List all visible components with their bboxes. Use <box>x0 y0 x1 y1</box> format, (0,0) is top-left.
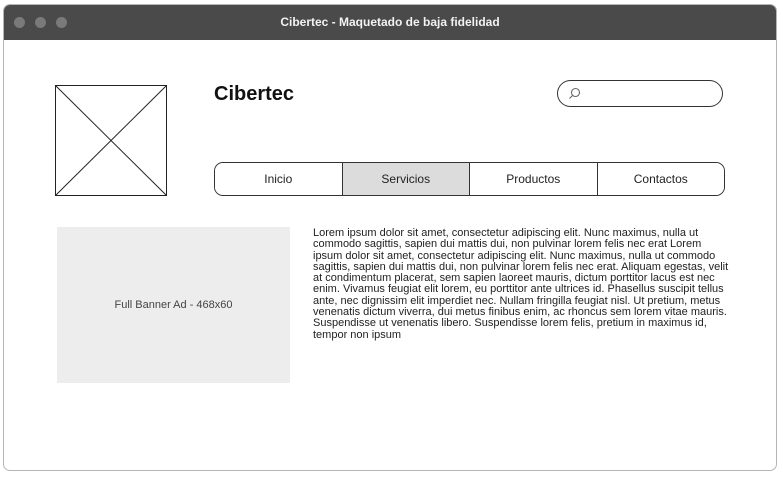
tab-inicio[interactable]: Inicio <box>215 163 343 195</box>
banner-ad-label: Full Banner Ad - 468x60 <box>114 299 233 311</box>
brand-title: Cibertec <box>214 83 295 105</box>
search-box[interactable] <box>557 80 723 107</box>
main-navigation: Inicio Servicios Productos Contactos <box>214 162 725 196</box>
search-icon <box>569 87 581 99</box>
search-input[interactable] <box>586 84 718 105</box>
title-bar: Cibertec - Maquetado de baja fidelidad <box>4 5 776 40</box>
tab-contactos[interactable]: Contactos <box>597 163 724 195</box>
banner-ad-placeholder: Full Banner Ad - 468x60 <box>57 227 290 383</box>
window-title: Cibertec - Maquetado de baja fidelidad <box>280 15 500 29</box>
logo-image-placeholder <box>55 85 167 196</box>
tab-servicios[interactable]: Servicios <box>342 163 470 195</box>
tab-productos[interactable]: Productos <box>470 163 598 195</box>
image-placeholder-icon <box>56 86 166 195</box>
body-paragraph: Lorem ipsum dolor sit amet, consectetur … <box>313 227 729 341</box>
browser-window: Cibertec - Maquetado de baja fidelidad C… <box>3 4 777 471</box>
